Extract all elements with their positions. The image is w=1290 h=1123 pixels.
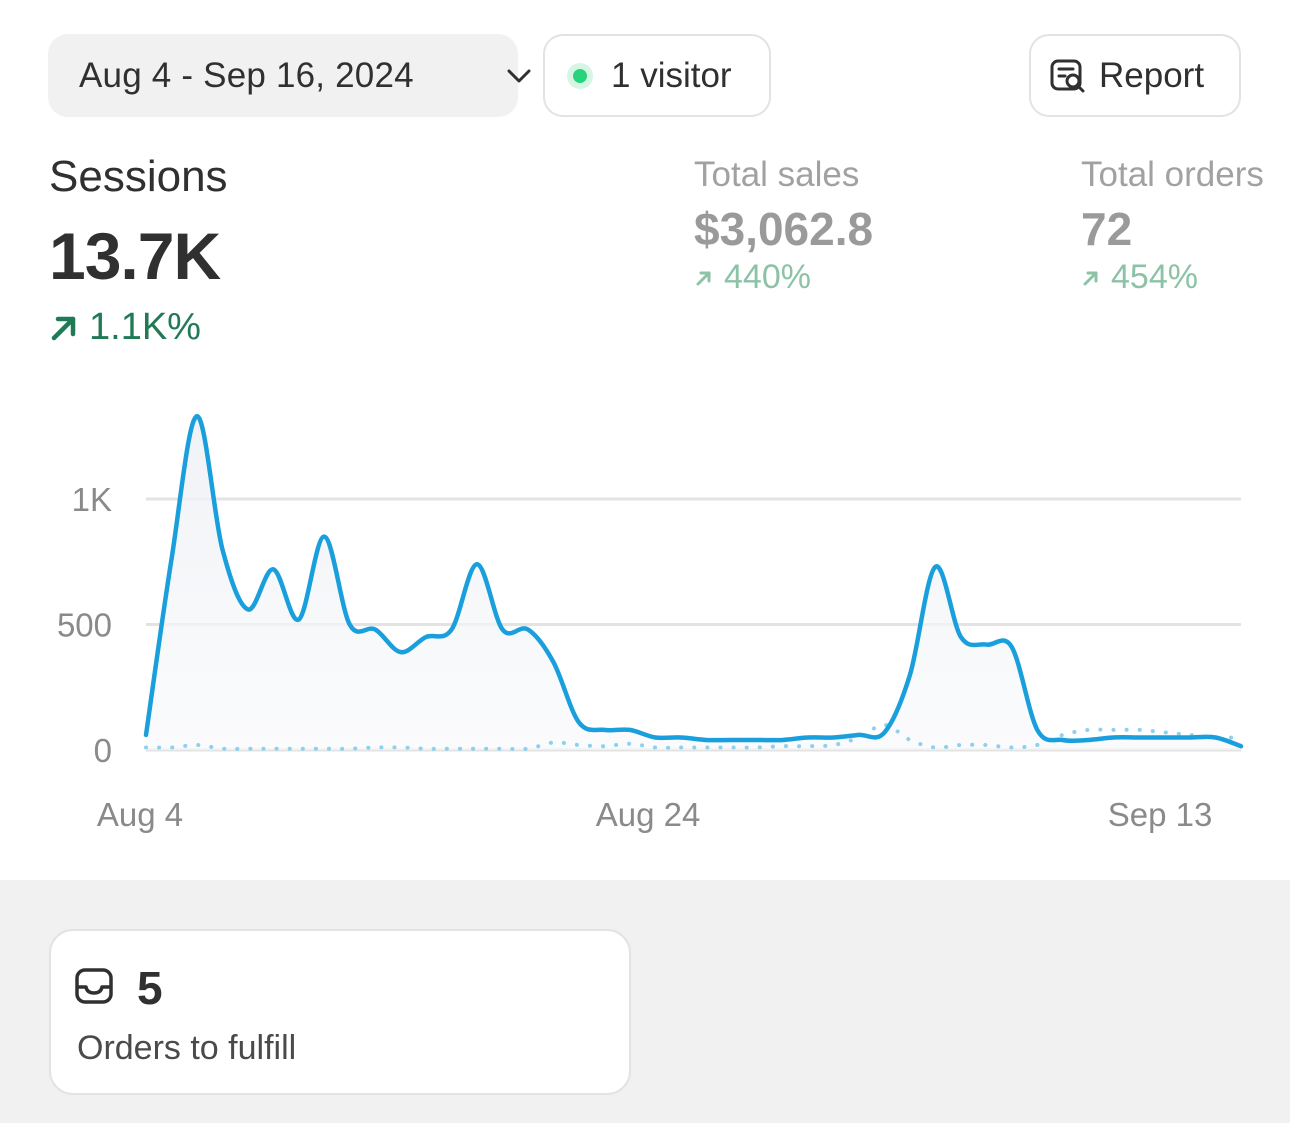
y-tick-label: 500 [57,607,112,644]
report-label: Report [1099,55,1205,95]
sessions-change-value: 1.1K% [89,306,201,348]
total-sales-change-value: 440% [724,258,811,296]
total-sales-title[interactable]: Total sales [694,155,859,195]
live-visitors-button[interactable]: 1 visitor [543,34,771,117]
arrow-up-right-icon [1083,271,1098,285]
analytics-panel: Aug 4 - Sep 16, 2024 1 visitor Report Se… [0,0,1290,880]
chevron-down-icon [507,69,531,83]
report-search-icon [1050,59,1085,92]
report-button[interactable]: Report [1029,34,1241,117]
live-status-icon [567,62,593,89]
date-range-picker-button[interactable]: Aug 4 - Sep 16, 2024 [48,34,531,117]
sessions-change: 1.1K% [49,306,201,349]
total-orders-change-value: 454% [1111,258,1198,296]
sessions-title[interactable]: Sessions [49,152,228,202]
total-sales-change: 440% [694,258,811,297]
arrow-up-right-icon [51,316,76,340]
date-range-label: Aug 4 - Sep 16, 2024 [79,55,414,95]
y-tick-label: 1K [72,481,112,518]
sessions-line-chart[interactable]: 0 500 1K Aug 4 Aug 24 Sep 13 [0,380,1290,850]
total-sales-value: $3,062.8 [694,203,874,255]
inbox-icon [75,968,113,1004]
arrow-up-right-icon [696,271,711,285]
orders-to-fulfill-label: Orders to fulfill [77,1029,297,1067]
total-orders-value: 72 [1081,203,1133,255]
x-tick-label: Sep 13 [1108,796,1213,833]
x-tick-label: Aug 4 [97,796,183,833]
live-visitors-label: 1 visitor [611,55,732,95]
sessions-value: 13.7K [49,219,221,293]
orders-to-fulfill-count: 5 [137,962,163,1014]
y-tick-label: 0 [94,732,112,769]
x-tick-label: Aug 24 [596,796,701,833]
total-orders-title[interactable]: Total orders [1081,155,1264,195]
total-orders-change: 454% [1081,258,1198,297]
orders-to-fulfill-card[interactable]: 5 Orders to fulfill [49,929,631,1095]
